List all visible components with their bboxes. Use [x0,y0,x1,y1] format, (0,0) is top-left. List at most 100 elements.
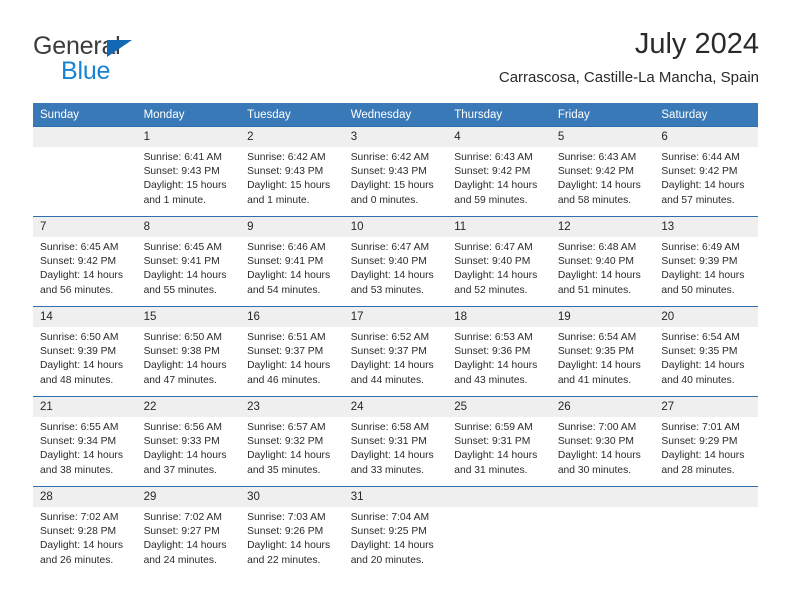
day-number [654,487,758,507]
day-number: 17 [343,307,448,327]
sunrise-text: Sunrise: 6:58 AM [350,422,430,433]
calendar-week-row: 28 Sunrise: 7:02 AM Sunset: 9:28 PM Dayligh… [33,486,758,576]
sunrise-text: Sunrise: 6:50 AM [40,332,119,343]
day-number: 2 [240,127,344,147]
sunset-text: Sunset: 9:31 PM [454,436,531,448]
calendar-day-cell[interactable]: 6 Sunrise: 6:44 AM Sunset: 9:42 PM Daylight… [654,126,758,217]
weekday-header-thursday: Thursday [447,103,551,127]
day-number: 22 [136,397,241,417]
calendar-day-cell[interactable]: 11 Sunrise: 6:47 AM Sunset: 9:40 PM Dayligh… [447,216,551,307]
day-details: Sunrise: 6:54 AM Sunset: 9:35 PM Daylight:… [654,327,758,388]
calendar-day-cell[interactable]: 15 Sunrise: 6:50 AM Sunset: 9:38 PM Dayligh… [136,306,241,397]
day-number: 4 [447,127,551,147]
day-number [550,487,655,507]
calendar-day-cell-empty [550,486,655,576]
day-number: 14 [33,307,137,327]
day-number: 6 [654,127,758,147]
calendar-day-cell[interactable]: 19 Sunrise: 6:54 AM Sunset: 9:35 PM Dayligh… [550,306,655,397]
calendar-day-cell[interactable]: 25 Sunrise: 6:59 AM Sunset: 9:31 PM Dayligh… [447,396,551,487]
calendar-day-cell[interactable]: 12 Sunrise: 6:48 AM Sunset: 9:40 PM Dayligh… [550,216,655,307]
day-details: Sunrise: 6:47 AM Sunset: 9:40 PM Daylight:… [344,237,448,298]
sunset-text: Sunset: 9:43 PM [350,166,427,178]
calendar-grid: Sunday Monday Tuesday Wednesday Thursday… [33,103,758,576]
weekday-header-friday: Friday [550,103,655,127]
day-details: Sunrise: 6:57 AM Sunset: 9:32 PM Daylight:… [240,417,344,478]
day-details: Sunrise: 6:47 AM Sunset: 9:40 PM Daylight:… [447,237,551,298]
sunrise-text: Sunrise: 6:43 AM [454,152,533,163]
sunset-text: Sunset: 9:33 PM [143,436,220,448]
day-number: 31 [343,487,448,507]
daylight-text: Daylight: 14 hours and 37 minutes. [143,450,227,476]
calendar-day-cell[interactable]: 9 Sunrise: 6:46 AM Sunset: 9:41 PM Daylight… [240,216,344,307]
calendar-day-cell[interactable]: 4 Sunrise: 6:43 AM Sunset: 9:42 PM Daylight… [447,126,551,217]
day-details: Sunrise: 6:41 AM Sunset: 9:43 PM Daylight:… [137,147,241,208]
calendar-day-cell[interactable]: 20 Sunrise: 6:54 AM Sunset: 9:35 PM Dayligh… [654,306,758,397]
day-number: 5 [550,127,655,147]
sunrise-text: Sunrise: 6:44 AM [661,152,740,163]
day-number: 24 [343,397,448,417]
calendar-day-cell[interactable]: 23 Sunrise: 6:57 AM Sunset: 9:32 PM Dayligh… [240,396,344,487]
calendar-day-cell[interactable]: 22 Sunrise: 6:56 AM Sunset: 9:33 PM Dayligh… [136,396,241,487]
calendar-day-cell[interactable]: 21 Sunrise: 6:55 AM Sunset: 9:34 PM Dayligh… [33,396,137,487]
weekday-header-saturday: Saturday [654,103,758,127]
calendar-day-cell[interactable]: 10 Sunrise: 6:47 AM Sunset: 9:40 PM Dayligh… [343,216,448,307]
daylight-text: Daylight: 15 hours and 1 minute. [247,180,331,206]
calendar-day-cell[interactable]: 28 Sunrise: 7:02 AM Sunset: 9:28 PM Dayligh… [33,486,137,576]
calendar-body: 1 Sunrise: 6:41 AM Sunset: 9:43 PM Daylight… [33,126,758,576]
day-number: 20 [654,307,758,327]
daylight-text: Daylight: 14 hours and 55 minutes. [143,270,227,296]
day-details: Sunrise: 6:54 AM Sunset: 9:35 PM Daylight:… [551,327,655,388]
day-number: 1 [136,127,241,147]
sunrise-text: Sunrise: 7:02 AM [40,512,119,523]
daylight-text: Daylight: 14 hours and 41 minutes. [557,360,641,386]
calendar-day-cell[interactable]: 29 Sunrise: 7:02 AM Sunset: 9:27 PM Dayligh… [136,486,241,576]
daylight-text: Daylight: 14 hours and 50 minutes. [661,270,745,296]
weekday-header-sunday: Sunday [33,103,137,127]
sunrise-text: Sunrise: 7:00 AM [557,422,637,433]
calendar-day-cell[interactable]: 18 Sunrise: 6:53 AM Sunset: 9:36 PM Dayligh… [447,306,551,397]
calendar-day-cell[interactable]: 5 Sunrise: 6:43 AM Sunset: 9:42 PM Daylight… [550,126,655,217]
daylight-text: Daylight: 14 hours and 28 minutes. [661,450,745,476]
daylight-text: Daylight: 14 hours and 26 minutes. [40,540,123,566]
daylight-text: Daylight: 14 hours and 56 minutes. [40,270,123,296]
sunrise-text: Sunrise: 6:54 AM [661,332,740,343]
logo-triangle-icon [107,40,132,57]
calendar-day-cell[interactable]: 8 Sunrise: 6:45 AM Sunset: 9:41 PM Daylight… [136,216,241,307]
day-number: 23 [240,397,344,417]
calendar-day-cell[interactable]: 13 Sunrise: 6:49 AM Sunset: 9:39 PM Dayligh… [654,216,758,307]
daylight-text: Daylight: 14 hours and 44 minutes. [350,360,434,386]
daylight-text: Daylight: 14 hours and 31 minutes. [454,450,538,476]
calendar-day-cell[interactable]: 17 Sunrise: 6:52 AM Sunset: 9:37 PM Dayligh… [343,306,448,397]
calendar-day-cell[interactable]: 3 Sunrise: 6:42 AM Sunset: 9:43 PM Daylight… [343,126,448,217]
calendar-day-cell[interactable]: 2 Sunrise: 6:42 AM Sunset: 9:43 PM Daylight… [240,126,344,217]
day-number: 18 [447,307,551,327]
day-details: Sunrise: 6:46 AM Sunset: 9:41 PM Daylight:… [240,237,344,298]
daylight-text: Daylight: 14 hours and 54 minutes. [247,270,331,296]
calendar-day-cell[interactable]: 31 Sunrise: 7:04 AM Sunset: 9:25 PM Dayligh… [343,486,448,576]
sunrise-text: Sunrise: 6:56 AM [143,422,222,433]
day-number: 8 [136,217,241,237]
calendar-day-cell[interactable]: 1 Sunrise: 6:41 AM Sunset: 9:43 PM Daylight… [136,126,241,217]
sunrise-text: Sunrise: 6:59 AM [454,422,533,433]
day-details: Sunrise: 6:45 AM Sunset: 9:42 PM Daylight:… [33,237,137,298]
calendar-day-cell[interactable]: 24 Sunrise: 6:58 AM Sunset: 9:31 PM Dayligh… [343,396,448,487]
calendar-day-cell[interactable]: 14 Sunrise: 6:50 AM Sunset: 9:39 PM Dayligh… [33,306,137,397]
calendar-week-row: 1 Sunrise: 6:41 AM Sunset: 9:43 PM Daylight… [33,126,758,217]
day-details: Sunrise: 7:01 AM Sunset: 9:29 PM Daylight:… [654,417,758,478]
calendar-day-cell[interactable]: 30 Sunrise: 7:03 AM Sunset: 9:26 PM Dayligh… [240,486,344,576]
daylight-text: Daylight: 14 hours and 22 minutes. [247,540,331,566]
calendar-page: General Blue July 2024 Carrascosa, Casti… [0,0,792,612]
daylight-text: Daylight: 14 hours and 33 minutes. [350,450,434,476]
day-number: 30 [240,487,344,507]
calendar-day-cell[interactable]: 27 Sunrise: 7:01 AM Sunset: 9:29 PM Dayligh… [654,396,758,487]
calendar-day-cell[interactable]: 7 Sunrise: 6:45 AM Sunset: 9:42 PM Daylight… [33,216,137,307]
calendar-day-cell[interactable]: 26 Sunrise: 7:00 AM Sunset: 9:30 PM Dayligh… [550,396,655,487]
sunset-text: Sunset: 9:41 PM [247,256,324,268]
day-details: Sunrise: 6:53 AM Sunset: 9:36 PM Daylight:… [447,327,551,388]
page-header: General Blue July 2024 Carrascosa, Casti… [33,26,759,96]
day-number: 10 [343,217,448,237]
calendar-day-cell[interactable]: 16 Sunrise: 6:51 AM Sunset: 9:37 PM Dayligh… [240,306,344,397]
day-details: Sunrise: 6:58 AM Sunset: 9:31 PM Daylight:… [344,417,448,478]
daylight-text: Daylight: 14 hours and 46 minutes. [247,360,331,386]
day-details: Sunrise: 7:03 AM Sunset: 9:26 PM Daylight:… [240,507,344,568]
